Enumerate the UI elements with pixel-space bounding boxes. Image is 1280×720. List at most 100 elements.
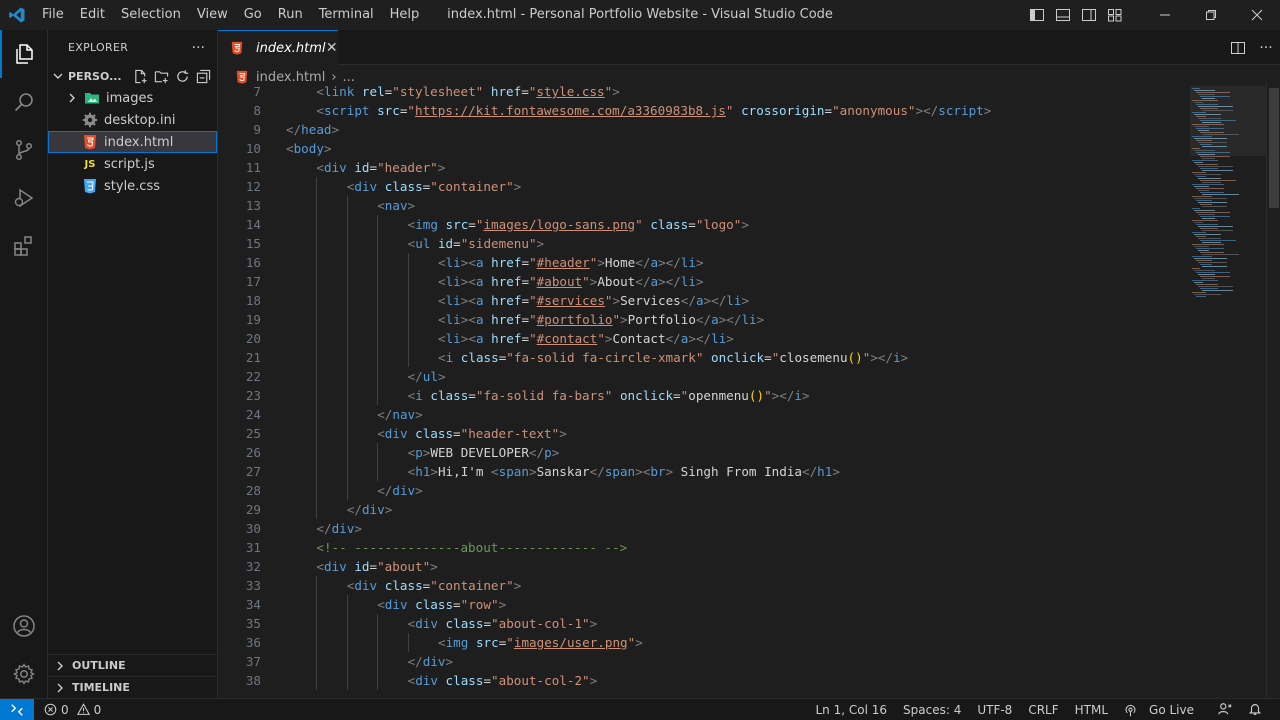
restore-icon[interactable] (1188, 0, 1234, 30)
explorer-icon[interactable] (0, 30, 48, 78)
source-control-icon[interactable] (0, 126, 48, 174)
minimap-line (1196, 116, 1206, 117)
go-live-button[interactable]: Go Live (1116, 703, 1210, 717)
minimap[interactable] (1190, 82, 1266, 698)
code-line[interactable]: 10 <body> (218, 139, 1190, 158)
menu-edit[interactable]: Edit (72, 0, 113, 30)
code-line[interactable]: 28 </div> (218, 481, 1190, 500)
code-editor[interactable]: 7 <link rel="stylesheet" href="style.css"… (218, 82, 1190, 698)
editor-scrollbar[interactable] (1266, 82, 1280, 698)
notifications-bell-icon[interactable] (1240, 702, 1270, 719)
code-line[interactable]: 24 </nav> (218, 405, 1190, 424)
minimap-line (1202, 230, 1233, 231)
minimap-line (1198, 154, 1215, 155)
tree-item-index-html[interactable]: index.html (48, 131, 217, 153)
timeline-section[interactable]: TIMELINE (48, 676, 218, 698)
code-line[interactable]: 16 <li><a href="#header">Home</a></li> (218, 253, 1190, 272)
code-line[interactable]: 11 <div id="header"> (218, 158, 1190, 177)
language-mode[interactable]: HTML (1067, 703, 1116, 717)
code-line[interactable]: 9 </head> (218, 120, 1190, 139)
code-text: <div class="container"> (346, 578, 522, 593)
cursor-position[interactable]: Ln 1, Col 16 (808, 703, 896, 717)
close-window-icon[interactable] (1234, 0, 1280, 30)
menu-help[interactable]: Help (382, 0, 428, 30)
code-line[interactable]: 15 <ul id="sidemenu"> (218, 234, 1190, 253)
code-line[interactable]: 33 <div class="container"> (218, 576, 1190, 595)
code-line[interactable]: 7 <link rel="stylesheet" href="style.css"… (218, 82, 1190, 101)
accounts-feedback-icon[interactable] (1210, 702, 1240, 719)
code-line[interactable]: 13 <nav> (218, 196, 1190, 215)
code-text: </div> (316, 521, 362, 536)
code-line[interactable]: 29 </div> (218, 500, 1190, 519)
tree-item-style-css[interactable]: style.css (48, 175, 217, 197)
indent-guide (377, 291, 379, 310)
problems-indicator[interactable]: 0 0 (34, 703, 101, 717)
code-line[interactable]: 36 <img src="images/user.png"> (218, 633, 1190, 652)
settings-gear-icon[interactable] (0, 650, 48, 698)
toggle-secondary-sidebar-icon[interactable] (1076, 0, 1102, 30)
code-line[interactable]: 37 </div> (218, 652, 1190, 671)
tree-item-images[interactable]: images (48, 87, 217, 109)
code-line[interactable]: 23 <i class="fa-solid fa-bars" onclick="o… (218, 386, 1190, 405)
encoding[interactable]: UTF-8 (969, 703, 1020, 717)
new-folder-icon[interactable] (154, 69, 169, 84)
account-icon[interactable] (0, 602, 48, 650)
code-line[interactable]: 25 <div class="header-text"> (218, 424, 1190, 443)
editor-tabs: index.html ✕ ··· (218, 30, 1280, 65)
code-line[interactable]: 17 <li><a href="#about">About</a></li> (218, 272, 1190, 291)
menu-file[interactable]: File (34, 0, 72, 30)
outline-section[interactable]: OUTLINE (48, 654, 218, 676)
line-number: 29 (245, 502, 261, 517)
code-line[interactable]: 35 <div class="about-col-1"> (218, 614, 1190, 633)
code-line[interactable]: 21 <i class="fa-solid fa-circle-xmark" on… (218, 348, 1190, 367)
warning-count: 0 (93, 702, 102, 717)
code-line[interactable]: 14 <img src="images/logo-sans.png" class=… (218, 215, 1190, 234)
indentation[interactable]: Spaces: 4 (895, 703, 969, 717)
menu-terminal[interactable]: Terminal (311, 0, 382, 30)
more-actions-icon[interactable]: ··· (192, 40, 205, 56)
code-line[interactable]: 34 <div class="row"> (218, 595, 1190, 614)
toggle-panel-icon[interactable] (1050, 0, 1076, 30)
code-line[interactable]: 31 <!-- --------------about------------- … (218, 538, 1190, 557)
tree-item-desktop-ini[interactable]: desktop.ini (48, 109, 217, 131)
menu-view[interactable]: View (189, 0, 236, 30)
minimize-icon[interactable] (1142, 0, 1188, 30)
tab-index-html[interactable]: index.html ✕ (218, 30, 338, 65)
search-icon[interactable] (0, 78, 48, 126)
code-line[interactable]: 18 <li><a href="#services">Services</a></… (218, 291, 1190, 310)
code-line[interactable]: 32 <div id="about"> (218, 557, 1190, 576)
workspace-folder[interactable]: PERSO... (48, 65, 217, 87)
line-number: 30 (245, 521, 261, 536)
menu-selection[interactable]: Selection (113, 0, 189, 30)
refresh-icon[interactable] (175, 69, 190, 84)
end-of-line[interactable]: CRLF (1020, 703, 1066, 717)
code-line[interactable]: 20 <li><a href="#contact">Contact</a></li… (218, 329, 1190, 348)
code-line[interactable]: 12 <div class="container"> (218, 177, 1190, 196)
more-actions-icon[interactable]: ··· (1252, 40, 1280, 56)
tree-item-script-js[interactable]: JS script.js (48, 153, 217, 175)
minimap-line (1202, 290, 1233, 291)
code-line[interactable]: 8 <script src="https://kit.fontawesome.co… (218, 101, 1190, 120)
code-line[interactable]: 38 <div class="about-col-2"> (218, 671, 1190, 690)
code-line[interactable]: 22 </ul> (218, 367, 1190, 386)
toggle-primary-sidebar-icon[interactable] (1024, 0, 1050, 30)
split-editor-icon[interactable] (1224, 40, 1252, 56)
menu-go[interactable]: Go (236, 0, 270, 30)
code-line[interactable]: 26 <p>WEB DEVELOPER</p> (218, 443, 1190, 462)
indent-guide (407, 348, 409, 367)
customize-layout-icon[interactable] (1102, 0, 1128, 30)
remote-indicator-icon[interactable] (0, 698, 34, 720)
menu-run[interactable]: Run (270, 0, 311, 30)
indent-guide (316, 614, 318, 633)
close-tab-icon[interactable]: ✕ (326, 40, 338, 56)
code-line[interactable]: 27 <h1>Hi,I'm <span>Sanskar</span><br> Si… (218, 462, 1190, 481)
code-line[interactable]: 19 <li><a href="#portfolio">Portfolio</a>… (218, 310, 1190, 329)
new-file-icon[interactable] (133, 69, 148, 84)
collapse-all-icon[interactable] (196, 69, 211, 84)
code-text: <i class="fa-solid fa-circle-xmark" oncl… (438, 350, 909, 365)
scrollbar-thumb[interactable] (1269, 88, 1279, 208)
code-line[interactable]: 30 </div> (218, 519, 1190, 538)
extensions-icon[interactable] (0, 222, 48, 270)
error-icon (44, 703, 57, 716)
run-debug-icon[interactable] (0, 174, 48, 222)
